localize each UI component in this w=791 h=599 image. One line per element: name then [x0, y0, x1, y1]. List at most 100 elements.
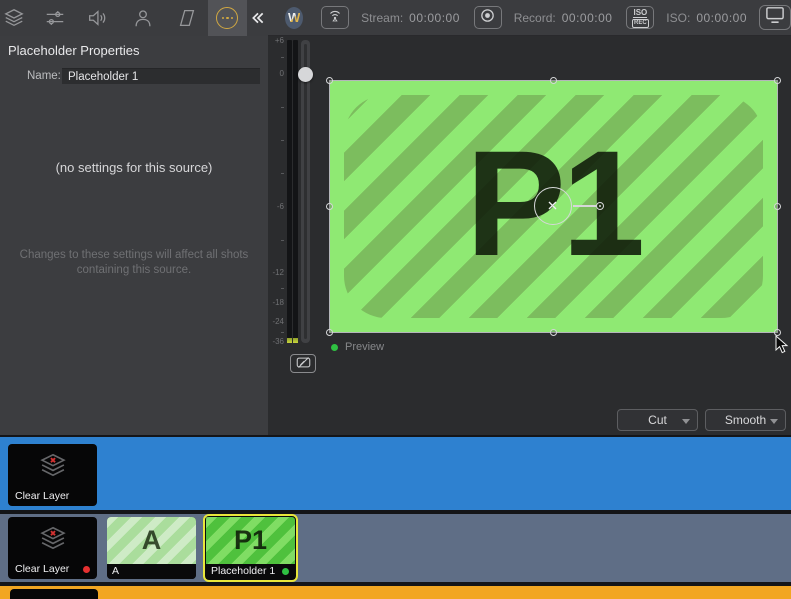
- shot-a-labelbar: A: [107, 564, 196, 579]
- wirecast-window: Placeholder Properties Name: (no setting…: [0, 0, 791, 599]
- record-label: Record:: [513, 10, 556, 25]
- volume-slider-track[interactable]: [301, 40, 310, 343]
- shot-label: A: [112, 565, 120, 577]
- clear-layer-shot[interactable]: Clear Layer: [8, 444, 97, 506]
- iso-label: ISO:: [666, 10, 691, 25]
- db-tick: [281, 288, 284, 289]
- audio-meter-left: [287, 40, 292, 343]
- name-label: Name:: [27, 70, 61, 82]
- shot-a[interactable]: A A: [107, 517, 196, 579]
- resize-handle-sw[interactable]: [326, 329, 333, 336]
- resize-handle-n[interactable]: [550, 77, 557, 84]
- transform-icon: [176, 7, 198, 29]
- broadcast-icon: [325, 6, 345, 29]
- rotation-handle[interactable]: [596, 202, 604, 210]
- shot-placeholder1-selected[interactable]: P1 Placeholder 1: [203, 514, 298, 582]
- panel-title: Placeholder Properties: [8, 43, 140, 58]
- shot-label: Clear Layer: [15, 563, 70, 575]
- tab-audio-mixer[interactable]: [43, 0, 67, 36]
- db-tick: [281, 173, 284, 174]
- smooth-label: Smooth: [724, 413, 767, 427]
- name-row: Name:: [0, 68, 268, 84]
- volume-slider-knob[interactable]: [298, 67, 313, 82]
- preview-status: Preview: [331, 341, 384, 353]
- properties-panel: Placeholder Properties Name: (no setting…: [0, 0, 268, 435]
- stream-time: 00:00:00: [409, 10, 460, 25]
- iso-rec-icon: ISO: [633, 7, 648, 18]
- more-ellipsis-icon: [216, 7, 239, 29]
- monitor-icon: [764, 6, 786, 29]
- db-label: -12: [272, 268, 284, 277]
- transition-cut-dropdown[interactable]: Cut: [617, 409, 698, 431]
- resize-handle-ne[interactable]: [774, 77, 781, 84]
- clear-layer-icon: [39, 526, 66, 550]
- rotation-line: [573, 205, 597, 207]
- layer-row-3: [0, 586, 791, 599]
- resize-handle-s[interactable]: [550, 329, 557, 336]
- db-label: +6: [274, 36, 284, 45]
- preview-indicator-dot: [282, 568, 289, 575]
- wirecast-logo: W: [285, 6, 304, 29]
- collapse-panel-icon: [250, 10, 266, 26]
- speaker-icon: [86, 7, 108, 29]
- db-tick: [281, 140, 284, 141]
- status-bar: W Stream: 00:00:00 Record: 00:00:00 ISO …: [268, 0, 791, 36]
- tab-person[interactable]: [131, 0, 155, 36]
- iso-rec-button[interactable]: ISO REC: [626, 6, 655, 29]
- resize-handle-w[interactable]: [326, 203, 333, 210]
- db-label: -6: [276, 202, 284, 211]
- person-icon: [132, 7, 154, 29]
- shot-a-thumbnail: A: [107, 517, 196, 564]
- audio-mixer-icon: [44, 7, 66, 29]
- audio-monitor-button[interactable]: [290, 354, 316, 373]
- preview-dot-icon: [331, 343, 338, 351]
- shot-placeholder1-thumbnail: P1: [206, 517, 295, 564]
- x-glyph: [548, 201, 557, 210]
- db-label: 0: [279, 69, 284, 78]
- tab-layers[interactable]: [2, 0, 26, 36]
- tab-audio[interactable]: [85, 0, 109, 36]
- layers-icon: [3, 7, 25, 29]
- shot-placeholder1-labelbar: Placeholder 1: [206, 564, 295, 579]
- clear-layer-icon: [39, 453, 66, 477]
- layer-row-1: Clear Layer: [0, 437, 791, 510]
- db-label: -36: [272, 337, 284, 346]
- partial-shot[interactable]: [10, 589, 98, 599]
- db-tick: [281, 240, 284, 241]
- cut-label: Cut: [648, 413, 667, 427]
- tab-transform[interactable]: [175, 0, 199, 36]
- db-label: -18: [272, 298, 284, 307]
- center-anchor-handle[interactable]: [534, 187, 572, 225]
- stream-button[interactable]: [321, 6, 350, 29]
- layer-row-2: Clear Layer A A P1 Placeholder 1: [0, 514, 791, 582]
- cursor-arrow: [775, 334, 789, 359]
- source-properties-tabbar: [0, 0, 268, 36]
- db-label: -24: [272, 317, 284, 326]
- shot-label: Clear Layer: [15, 490, 70, 502]
- shot-label: Placeholder 1: [211, 565, 276, 577]
- record-icon: [479, 7, 496, 29]
- tab-more-active[interactable]: [207, 0, 248, 36]
- collapse-panel-button[interactable]: [247, 0, 268, 36]
- monitor-button[interactable]: [759, 5, 791, 30]
- resize-handle-e[interactable]: [774, 203, 781, 210]
- transition-smooth-dropdown[interactable]: Smooth: [705, 409, 786, 431]
- placeholder-canvas[interactable]: P1: [326, 77, 789, 354]
- preview-label: Preview: [345, 341, 385, 353]
- resize-handle-nw[interactable]: [326, 77, 333, 84]
- chevron-down-icon: [770, 419, 778, 424]
- record-time: 00:00:00: [561, 10, 613, 25]
- iso-time: 00:00:00: [696, 10, 748, 25]
- db-tick: [281, 332, 284, 333]
- clear-layer-shot-live[interactable]: Clear Layer: [8, 517, 97, 579]
- no-settings-message: (no settings for this source): [55, 160, 213, 175]
- db-tick: [281, 57, 284, 58]
- preview-area: +6 0 -6 -12 -18 -24 -36 P1 Preview Cut S…: [268, 36, 791, 435]
- record-button[interactable]: [473, 6, 502, 29]
- db-tick: [281, 107, 284, 108]
- chevron-down-icon: [682, 419, 690, 424]
- name-input[interactable]: [62, 68, 260, 84]
- settings-footnote: Changes to these settings will affect al…: [19, 249, 249, 276]
- audio-monitor-off-icon: [296, 356, 311, 372]
- stream-label: Stream:: [361, 10, 404, 25]
